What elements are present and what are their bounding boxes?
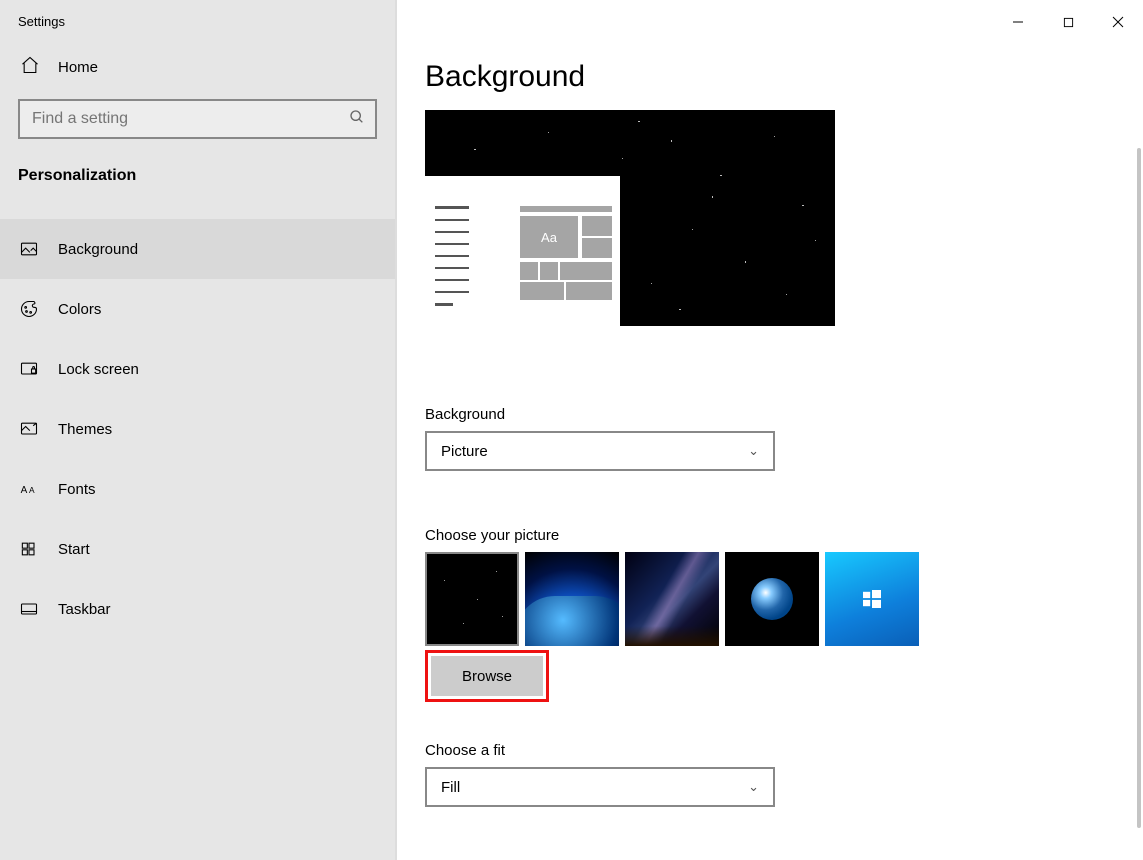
- choose-picture-label: Choose your picture: [425, 527, 1115, 544]
- main: Background Aa: [397, 0, 1143, 860]
- sidebar-item-lockscreen[interactable]: Lock screen: [0, 339, 395, 399]
- sidebar-item-label: Background: [58, 241, 138, 258]
- sidebar: Settings Home Personalization Background…: [0, 0, 397, 860]
- sidebar-item-label: Taskbar: [58, 601, 111, 618]
- minimize-button[interactable]: [993, 8, 1043, 36]
- preview-window: Aa: [425, 176, 620, 326]
- close-button[interactable]: [1093, 8, 1143, 36]
- thumbnail-1[interactable]: [425, 552, 519, 646]
- fit-dropdown[interactable]: Fill ⌄: [425, 767, 775, 807]
- background-label: Background: [425, 406, 1115, 423]
- search-field[interactable]: [32, 110, 349, 128]
- search-input[interactable]: [18, 99, 377, 139]
- fonts-icon: AA: [18, 478, 40, 500]
- picture-thumbnails: [425, 552, 1115, 646]
- sidebar-item-fonts[interactable]: AA Fonts: [0, 459, 395, 519]
- nav: Background Colors Lock screen Themes AA …: [0, 219, 395, 639]
- fit-value: Fill: [441, 779, 460, 796]
- sidebar-item-label: Lock screen: [58, 361, 139, 378]
- browse-highlight: Browse: [425, 650, 549, 702]
- section-head: Personalization: [0, 151, 395, 199]
- thumbnail-3[interactable]: [625, 552, 719, 646]
- home-label: Home: [58, 59, 98, 76]
- search-icon: [349, 109, 365, 130]
- svg-text:A: A: [21, 485, 28, 496]
- titlebar: [397, 0, 1143, 38]
- browse-button[interactable]: Browse: [431, 656, 543, 696]
- thumbnail-5[interactable]: [825, 552, 919, 646]
- sidebar-item-start[interactable]: Start: [0, 519, 395, 579]
- sidebar-item-colors[interactable]: Colors: [0, 279, 395, 339]
- themes-icon: [18, 418, 40, 440]
- background-dropdown[interactable]: Picture ⌄: [425, 431, 775, 471]
- palette-icon: [18, 298, 40, 320]
- maximize-button[interactable]: [1043, 8, 1093, 36]
- thumbnail-2[interactable]: [525, 552, 619, 646]
- start-icon: [18, 538, 40, 560]
- sidebar-item-label: Fonts: [58, 481, 96, 498]
- picture-icon: [18, 238, 40, 260]
- preview: Aa: [425, 110, 835, 326]
- scrollbar[interactable]: [1137, 148, 1141, 828]
- thumbnail-4[interactable]: [725, 552, 819, 646]
- chevron-down-icon: ⌄: [748, 779, 759, 795]
- sidebar-item-taskbar[interactable]: Taskbar: [0, 579, 395, 639]
- sidebar-item-themes[interactable]: Themes: [0, 399, 395, 459]
- sidebar-item-label: Themes: [58, 421, 112, 438]
- preview-aa: Aa: [520, 216, 578, 258]
- sidebar-item-label: Colors: [58, 301, 101, 318]
- page-title: Background: [397, 38, 1143, 110]
- lock-icon: [18, 358, 40, 380]
- sidebar-item-background[interactable]: Background: [0, 219, 395, 279]
- window-title: Settings: [0, 0, 395, 39]
- svg-text:A: A: [29, 485, 35, 495]
- fit-label: Choose a fit: [425, 742, 1115, 759]
- background-value: Picture: [441, 443, 488, 460]
- home-icon: [20, 55, 40, 79]
- home-button[interactable]: Home: [0, 39, 395, 95]
- chevron-down-icon: ⌄: [748, 443, 759, 459]
- taskbar-icon: [18, 598, 40, 620]
- sidebar-item-label: Start: [58, 541, 90, 558]
